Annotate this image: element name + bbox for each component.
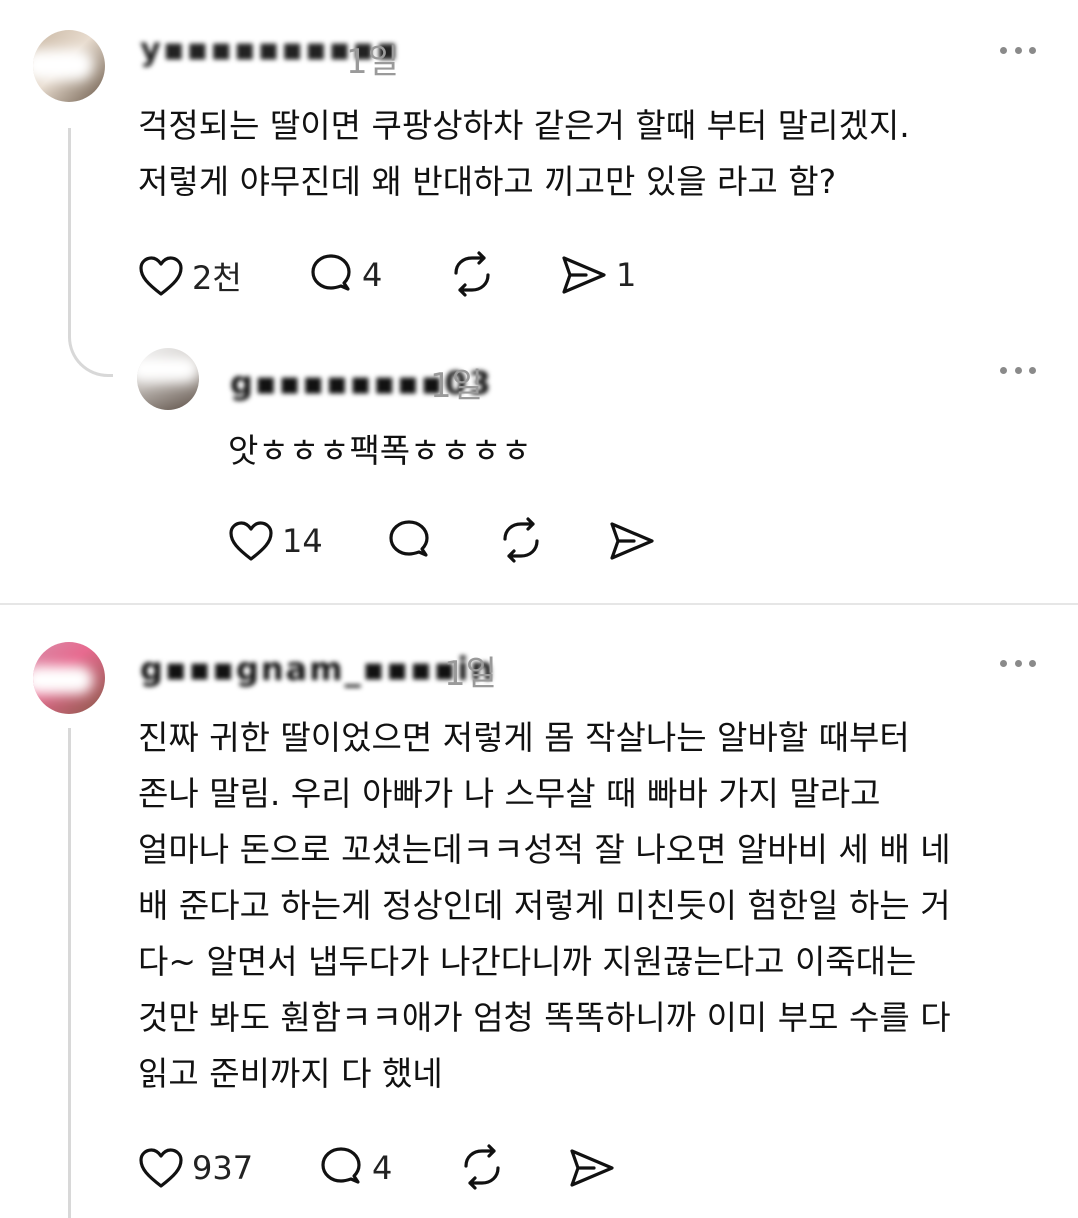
text-line: 저렇게 야무진데 왜 반대하고 끼고만 있을 라고 함? bbox=[138, 162, 837, 201]
share-button[interactable] bbox=[608, 519, 656, 563]
share-button[interactable] bbox=[568, 1146, 616, 1190]
repost-icon bbox=[454, 251, 490, 297]
thread-line bbox=[68, 728, 71, 1218]
repost-icon bbox=[464, 1144, 500, 1190]
text-line: 읽고 준비까지 다 했네 bbox=[138, 1054, 443, 1093]
timestamp: 1일 bbox=[430, 366, 483, 406]
divider bbox=[0, 603, 1078, 605]
avatar[interactable] bbox=[137, 348, 199, 410]
comment-icon bbox=[321, 1147, 361, 1184]
comment-text: 걱정되는 딸이면 쿠팡상하차 같은거 할때 부터 말리겠지. 저렇게 야무진데 … bbox=[138, 98, 1058, 210]
text-line: 다~ 알면서 냅두다가 나간다니까 지원끊는다고 이죽대는 bbox=[138, 942, 917, 981]
text-line: 걱정되는 딸이면 쿠팡상하차 같은거 할때 부터 말리겠지. bbox=[138, 106, 910, 145]
timestamp: 1일 bbox=[444, 654, 497, 694]
comment-1: y▪▪▪▪▪▪▪▪▪▪ 1일 걱정되는 딸이면 쿠팡상하차 같은거 할때 부터 … bbox=[0, 0, 1078, 330]
like-button[interactable]: 2천 bbox=[138, 253, 242, 299]
more-icon[interactable] bbox=[1000, 365, 1036, 375]
like-count: 2천 bbox=[192, 259, 242, 297]
text-line: 것만 봐도 훤함ㅋㅋ애가 엄청 똑똑하니까 이미 부모 수를 다 bbox=[138, 998, 951, 1037]
like-button[interactable]: 937 bbox=[138, 1146, 253, 1190]
like-count: 14 bbox=[282, 522, 323, 560]
more-icon[interactable] bbox=[1000, 45, 1036, 55]
reply-button[interactable]: 4 bbox=[318, 1146, 392, 1190]
heart-icon bbox=[229, 521, 273, 561]
text-line: 존나 말림. 우리 아빠가 나 스무살 때 빠바 가지 말라고 bbox=[138, 774, 881, 813]
comment-text: 진짜 귀한 딸이었으면 저렇게 몸 작살나는 알바할 때부터 존나 말림. 우리… bbox=[138, 710, 1068, 1102]
share-button[interactable]: 1 bbox=[560, 253, 636, 297]
heart-icon bbox=[139, 256, 183, 296]
reply-button[interactable] bbox=[386, 519, 432, 563]
text-line: 앗ㅎㅎㅎ팩폭ㅎㅎㅎㅎ bbox=[228, 431, 532, 470]
username[interactable]: g▪▪▪gnam_▪▪▪▪in bbox=[140, 650, 495, 688]
timestamp: 1일 bbox=[346, 42, 399, 82]
avatar[interactable] bbox=[33, 642, 105, 714]
heart-icon bbox=[139, 1148, 183, 1188]
comment-text: 앗ㅎㅎㅎ팩폭ㅎㅎㅎㅎ bbox=[228, 423, 1048, 479]
send-icon bbox=[610, 522, 654, 560]
repost-button[interactable] bbox=[448, 251, 496, 297]
text-line: 진짜 귀한 딸이었으면 저렇게 몸 작살나는 알바할 때부터 bbox=[138, 718, 910, 757]
repost-button[interactable] bbox=[497, 517, 545, 563]
avatar[interactable] bbox=[33, 30, 105, 102]
repost-button[interactable] bbox=[458, 1144, 506, 1190]
comment-3: g▪▪▪gnam_▪▪▪▪in 1일 진짜 귀한 딸이었으면 저렇게 몸 작살나… bbox=[0, 606, 1078, 1218]
share-count: 1 bbox=[616, 256, 637, 294]
like-count: 937 bbox=[192, 1149, 254, 1187]
more-icon[interactable] bbox=[1000, 658, 1036, 668]
comment-icon bbox=[311, 254, 351, 291]
text-line: 배 준다고 하는게 정상인데 저렇게 미친듯이 험한일 하는 거 bbox=[138, 886, 951, 925]
send-icon bbox=[570, 1149, 614, 1187]
text-line: 얼마나 돈으로 꼬셨는데ㅋㅋ성적 잘 나오면 알바비 세 배 네 bbox=[138, 830, 951, 869]
send-icon bbox=[562, 256, 606, 294]
comment-2: g▪▪▪▪▪▪▪▪03 1일 앗ㅎㅎㅎ팩폭ㅎㅎㅎㅎ 14 bbox=[0, 330, 1078, 600]
repost-icon bbox=[503, 517, 539, 563]
reply-count: 4 bbox=[362, 256, 383, 294]
like-button[interactable]: 14 bbox=[228, 519, 323, 563]
thread-line bbox=[68, 128, 71, 338]
reply-count: 4 bbox=[372, 1149, 393, 1187]
comment-icon bbox=[389, 520, 429, 557]
reply-button[interactable]: 4 bbox=[308, 253, 382, 297]
